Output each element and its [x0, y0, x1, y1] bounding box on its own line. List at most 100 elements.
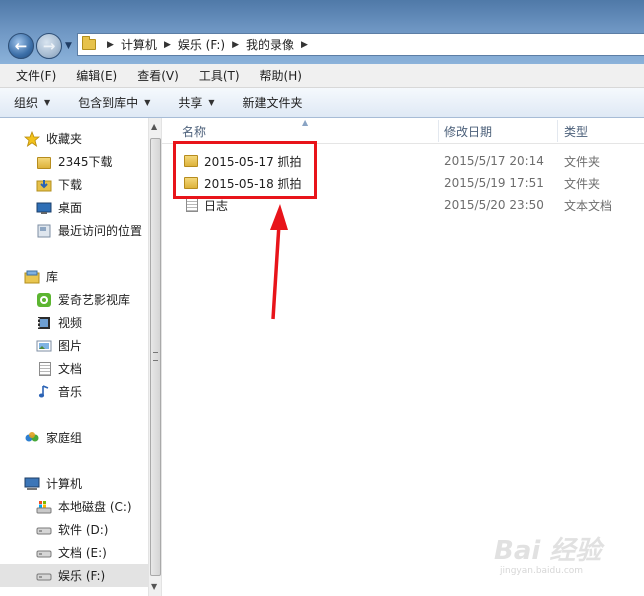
- file-type: 文件夹: [564, 154, 601, 169]
- sidebar-computer-label: 计算机: [46, 477, 83, 491]
- breadcrumb-drive[interactable]: 娱乐 (F:): [178, 36, 225, 53]
- forward-button[interactable]: →: [36, 33, 62, 59]
- sidebar-item-documents[interactable]: 文档: [0, 357, 148, 380]
- grip-icon: [153, 352, 158, 361]
- drive-icon: [36, 545, 52, 561]
- back-arrow-icon: ←: [14, 37, 28, 55]
- sidebar-item-drive-c[interactable]: 本地磁盘 (C:): [0, 495, 148, 518]
- drive-icon: [36, 568, 52, 584]
- navigation-scrollbar[interactable]: ▲ ▼: [148, 118, 162, 596]
- breadcrumb-chevron-icon[interactable]: ▶: [301, 40, 308, 50]
- homegroup-icon: [24, 430, 40, 446]
- sidebar-item-label: 2345下载: [58, 155, 113, 169]
- sidebar-favorites[interactable]: 收藏夹: [0, 127, 148, 150]
- column-divider[interactable]: [438, 120, 439, 142]
- sidebar-item-drive-f[interactable]: 娱乐 (F:): [0, 564, 148, 587]
- sidebar-item-label: 下载: [58, 178, 83, 192]
- breadcrumb-chevron-icon[interactable]: ▶: [107, 40, 114, 50]
- menu-file[interactable]: 文件(F): [6, 64, 66, 88]
- breadcrumb-chevron-icon[interactable]: ▶: [232, 40, 239, 50]
- share-label: 共享: [178, 96, 203, 110]
- sidebar-item-recent[interactable]: 最近访问的位置: [0, 219, 148, 242]
- menu-bar: 文件(F) 编辑(E) 查看(V) 工具(T) 帮助(H): [0, 64, 644, 88]
- menu-tools[interactable]: 工具(T): [189, 64, 250, 88]
- folder-icon: [36, 154, 52, 170]
- organize-label: 组织: [14, 96, 39, 110]
- sidebar-item-label: 文档 (E:): [58, 546, 107, 560]
- sidebar-item-iqiyi[interactable]: 爱奇艺影视库: [0, 288, 148, 311]
- picture-icon: [36, 338, 52, 354]
- sidebar-item-videos[interactable]: 视频: [0, 311, 148, 334]
- forward-arrow-icon: →: [42, 37, 56, 55]
- sidebar-item-label: 桌面: [58, 201, 83, 215]
- sidebar-item-drive-e[interactable]: 文档 (E:): [0, 541, 148, 564]
- library-icon: [24, 269, 40, 285]
- annotation-arrow-icon: [270, 204, 288, 320]
- chevron-down-icon: ▼: [144, 98, 151, 107]
- include-library-label: 包含到库中: [78, 96, 139, 110]
- sidebar-item-pictures[interactable]: 图片: [0, 334, 148, 357]
- highlight-box: [173, 141, 317, 199]
- computer-icon: [24, 476, 40, 492]
- sidebar-item-2345download[interactable]: 2345下载: [0, 150, 148, 173]
- sidebar-item-label: 娱乐 (F:): [58, 569, 106, 583]
- text-file-icon: [184, 197, 200, 213]
- music-note-icon: [36, 384, 52, 400]
- system-drive-icon: [36, 499, 52, 515]
- file-type: 文件夹: [564, 176, 601, 191]
- file-date: 2015/5/17 20:14: [444, 154, 544, 168]
- watermark-subtext: jingyan.baidu.com: [500, 566, 584, 576]
- file-name: 日志: [204, 198, 229, 213]
- sidebar-item-label: 本地磁盘 (C:): [58, 500, 132, 514]
- breadcrumb-folder[interactable]: 我的录像: [246, 36, 294, 53]
- column-divider[interactable]: [557, 120, 558, 142]
- sidebar-libraries[interactable]: 库: [0, 265, 148, 288]
- address-bar[interactable]: ▶ 计算机 ▶ 娱乐 (F:) ▶ 我的录像 ▶: [77, 33, 644, 56]
- scrollbar-thumb[interactable]: [150, 138, 161, 576]
- sidebar-item-music[interactable]: 音乐: [0, 380, 148, 403]
- sidebar-item-label: 图片: [58, 339, 83, 353]
- breadcrumb-chevron-icon[interactable]: ▶: [164, 40, 171, 50]
- breadcrumb-computer[interactable]: 计算机: [121, 36, 157, 53]
- chevron-down-icon: ▼: [208, 98, 215, 107]
- download-folder-icon: [36, 177, 52, 193]
- column-date[interactable]: 修改日期: [444, 118, 492, 144]
- sidebar-homegroup[interactable]: 家庭组: [0, 426, 148, 449]
- sidebar-item-label: 爱奇艺影视库: [58, 293, 131, 307]
- sidebar-item-desktop[interactable]: 桌面: [0, 196, 148, 219]
- navigation-pane: 收藏夹 2345下载 下载 桌面 最近访问的位置 库 爱奇艺影视库 视频 图片 …: [0, 118, 148, 596]
- watermark-logo: Bai 经验 jingyan.baidu.com: [494, 530, 614, 590]
- recent-pages-dropdown-icon[interactable]: ▼: [65, 41, 72, 51]
- column-type[interactable]: 类型: [564, 118, 588, 144]
- folder-icon: [82, 36, 96, 50]
- share-button[interactable]: 共享 ▼: [178, 94, 214, 111]
- menu-view[interactable]: 查看(V): [127, 64, 189, 88]
- command-toolbar: 组织 ▼ 包含到库中 ▼ 共享 ▼ 新建文件夹: [0, 88, 644, 118]
- menu-edit[interactable]: 编辑(E): [66, 64, 127, 88]
- sidebar-item-label: 音乐: [58, 385, 83, 399]
- scroll-down-icon[interactable]: ▼: [151, 582, 157, 591]
- sidebar-item-label: 软件 (D:): [58, 523, 109, 537]
- file-date: 2015/5/19 17:51: [444, 176, 544, 190]
- organize-button[interactable]: 组织 ▼: [14, 94, 50, 111]
- include-in-library-button[interactable]: 包含到库中 ▼: [78, 94, 150, 111]
- sidebar-item-label: 视频: [58, 316, 83, 330]
- new-folder-button[interactable]: 新建文件夹: [243, 94, 303, 111]
- file-type: 文本文档: [564, 198, 613, 213]
- sidebar-computer[interactable]: 计算机: [0, 472, 148, 495]
- sort-ascending-icon: ▲: [302, 118, 309, 127]
- sidebar-item-downloads[interactable]: 下载: [0, 173, 148, 196]
- menu-help[interactable]: 帮助(H): [250, 64, 312, 88]
- sidebar-item-drive-d[interactable]: 软件 (D:): [0, 518, 148, 541]
- video-icon: [36, 315, 52, 331]
- sidebar-item-label: 最近访问的位置: [58, 224, 143, 238]
- window-header: ← → ▼ ▶ 计算机 ▶ 娱乐 (F:) ▶ 我的录像 ▶: [0, 0, 644, 64]
- recent-places-icon: [36, 223, 52, 239]
- scroll-up-icon[interactable]: ▲: [151, 122, 157, 131]
- sidebar-favorites-label: 收藏夹: [46, 132, 83, 146]
- desktop-icon: [36, 200, 52, 216]
- iqiyi-icon: [36, 292, 52, 308]
- sidebar-homegroup-label: 家庭组: [46, 431, 83, 445]
- file-date: 2015/5/20 23:50: [444, 198, 544, 212]
- back-button[interactable]: ←: [8, 33, 34, 59]
